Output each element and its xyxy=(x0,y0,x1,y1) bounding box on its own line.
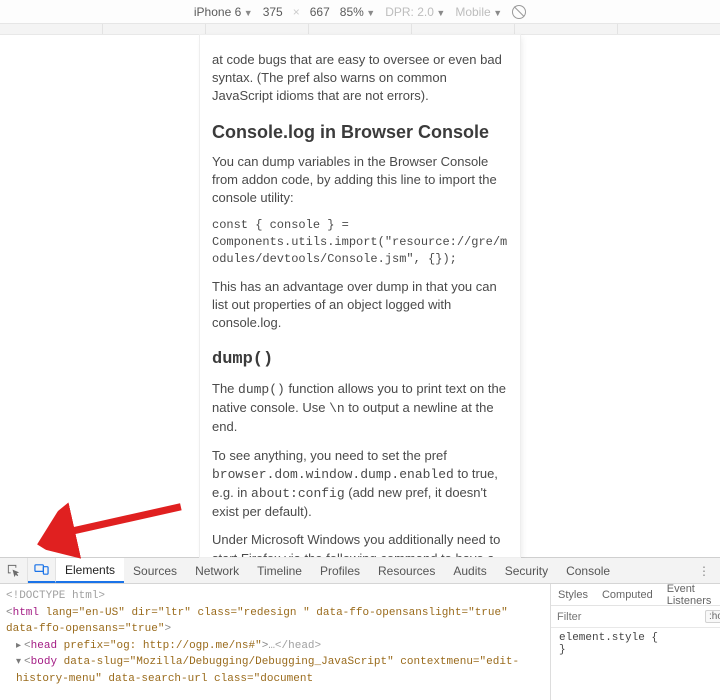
viewport-width[interactable]: 375 xyxy=(263,5,283,19)
tab-security[interactable]: Security xyxy=(496,558,557,583)
paragraph: You can dump variables in the Browser Co… xyxy=(212,153,508,208)
styles-content[interactable]: element.style { } xyxy=(551,628,720,660)
styles-tab-computed[interactable]: Computed xyxy=(595,584,660,605)
rendered-page[interactable]: at code bugs that are easy to oversee or… xyxy=(200,35,520,557)
viewport-height[interactable]: 667 xyxy=(310,5,330,19)
devtools-body: <!DOCTYPE html> <html lang="en-US" dir="… xyxy=(0,584,720,700)
ua-select[interactable]: Mobile xyxy=(455,5,502,19)
device-select[interactable]: iPhone 6 xyxy=(194,5,253,19)
inline-code: \n xyxy=(329,401,345,416)
dom-line[interactable]: <head prefix="og: http://ogp.me/ns#">…</… xyxy=(6,638,544,655)
tab-resources[interactable]: Resources xyxy=(369,558,444,583)
paragraph: at code bugs that are easy to oversee or… xyxy=(212,51,508,106)
tab-profiles[interactable]: Profiles xyxy=(311,558,369,583)
devtools-tabbar: Elements Sources Network Timeline Profil… xyxy=(0,558,720,584)
dom-tree[interactable]: <!DOCTYPE html> <html lang="en-US" dir="… xyxy=(0,584,550,700)
inspect-element-button[interactable] xyxy=(0,558,28,583)
inline-code: dump() xyxy=(238,382,285,397)
heading-dump: dump() xyxy=(212,348,508,372)
dom-line[interactable]: <body data-slug="Mozilla/Debugging/Debug… xyxy=(6,654,544,687)
hov-toggle[interactable]: :hov xyxy=(705,610,720,623)
inline-code: about:config xyxy=(251,486,345,501)
tab-sources[interactable]: Sources xyxy=(124,558,186,583)
dimension-separator: × xyxy=(293,5,300,19)
dom-line[interactable]: <!DOCTYPE html> xyxy=(6,588,544,605)
zoom-select[interactable]: 85% xyxy=(340,5,375,19)
paragraph: This has an advantage over dump in that … xyxy=(212,278,508,333)
heading-console-log: Console.log in Browser Console xyxy=(212,120,508,145)
tab-audits[interactable]: Audits xyxy=(444,558,495,583)
styles-tab-styles[interactable]: Styles xyxy=(551,584,595,605)
style-rule[interactable]: element.style { xyxy=(559,632,712,644)
code-block: const { console } = Components.utils.imp… xyxy=(212,217,508,267)
style-rule-close: } xyxy=(559,644,712,656)
dom-line[interactable]: <html lang="en-US" dir="ltr" class="rede… xyxy=(6,605,544,638)
devtools-more-button[interactable]: ⋮ xyxy=(688,558,720,583)
styles-filter-input[interactable] xyxy=(557,611,699,623)
dpr-select[interactable]: DPR: 2.0 xyxy=(385,5,445,19)
tab-console[interactable]: Console xyxy=(557,558,619,583)
device-mode-toggle[interactable] xyxy=(28,558,56,583)
device-frame: at code bugs that are easy to oversee or… xyxy=(0,35,720,557)
styles-tabbar: Styles Computed Event Listeners » xyxy=(551,584,720,606)
inline-code: browser.dom.window.dump.enabled xyxy=(212,467,454,482)
tab-network[interactable]: Network xyxy=(186,558,248,583)
styles-tab-event-listeners[interactable]: Event Listeners xyxy=(660,584,719,605)
device-ruler xyxy=(0,24,720,35)
devtools-panel: Elements Sources Network Timeline Profil… xyxy=(0,557,720,700)
paragraph: The dump() function allows you to print … xyxy=(212,380,508,437)
device-toolbar: iPhone 6 375 × 667 85% DPR: 2.0 Mobile xyxy=(0,0,720,24)
tab-timeline[interactable]: Timeline xyxy=(248,558,311,583)
tab-elements[interactable]: Elements xyxy=(56,558,124,583)
paragraph: Under Microsoft Windows you additionally… xyxy=(212,531,508,557)
no-throttling-icon[interactable] xyxy=(512,5,526,19)
paragraph: To see anything, you need to set the pre… xyxy=(212,447,508,522)
styles-pane: Styles Computed Event Listeners » :hov ◆… xyxy=(550,584,720,700)
styles-filter-row: :hov ◆ .cls xyxy=(551,606,720,628)
